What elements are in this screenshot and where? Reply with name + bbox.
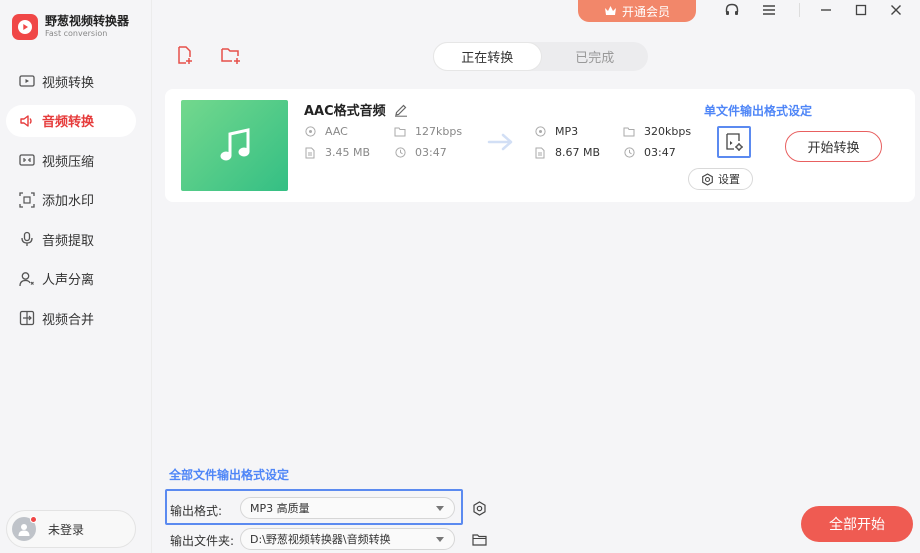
sidebar-item-audio-convert[interactable]: 音频转换 — [6, 104, 136, 137]
music-note-icon — [220, 127, 249, 160]
clock-icon — [394, 147, 406, 159]
login-button[interactable]: 未登录 — [6, 510, 136, 548]
audio-thumbnail — [181, 100, 288, 191]
output-format-select[interactable]: MP3 高质量 — [240, 497, 455, 519]
app-name: 野葱视频转换器 — [45, 14, 130, 28]
vip-label: 开通会员 — [621, 4, 670, 19]
source-bitrate: 127kbps — [394, 125, 462, 138]
sidebar-item-label: 音频转换 — [42, 115, 95, 130]
start-convert-button[interactable]: 开始转换 — [785, 131, 882, 162]
source-size: 3.45 MB — [304, 146, 370, 159]
target-bitrate-value: 320kbps — [644, 125, 692, 138]
chevron-down-icon — [436, 537, 444, 542]
single-output-title: 单文件输出格式设定 — [704, 104, 813, 118]
source-bitrate-value: 127kbps — [415, 125, 463, 138]
target-format: MP3 — [534, 125, 578, 138]
gear-icon — [702, 172, 713, 186]
video-merge-icon — [18, 309, 36, 327]
add-folder-icon — [221, 48, 240, 64]
output-format-button[interactable] — [717, 126, 751, 158]
add-file-icon — [178, 46, 192, 64]
all-output-title: 全部文件输出格式设定 — [169, 468, 290, 482]
app-brand: 野葱视频转换器 Fast conversion — [12, 14, 129, 40]
bitrate-icon — [394, 126, 406, 138]
crown-icon — [604, 6, 616, 15]
sidebar-item-label: 视频压缩 — [42, 154, 95, 170]
add-folder-button[interactable] — [220, 44, 242, 66]
chevron-down-icon — [436, 506, 444, 511]
maximize-icon[interactable] — [850, 1, 872, 19]
sidebar: 野葱视频转换器 Fast conversion 视频转换 音频转换 视频压缩 添… — [0, 0, 152, 553]
login-label: 未登录 — [48, 522, 85, 537]
sidebar-item-video-compress[interactable]: 视频压缩 — [6, 144, 136, 176]
close-icon[interactable] — [885, 1, 907, 19]
menu-icon[interactable] — [758, 1, 780, 19]
output-folder-value: D:\野葱视频转换器\音频转换 — [250, 533, 391, 546]
app-logo-icon — [12, 14, 38, 40]
sidebar-item-label: 人声分离 — [42, 273, 95, 288]
video-compress-icon — [18, 151, 36, 169]
output-folder-label: 输出文件夹: — [170, 534, 235, 548]
file-size-icon — [304, 147, 316, 159]
source-duration: 03:47 — [394, 146, 447, 159]
folder-icon[interactable] — [471, 531, 487, 547]
tab-converting[interactable]: 正在转换 — [433, 42, 542, 71]
settings-button[interactable]: 设置 — [688, 168, 753, 190]
source-format-value: AAC — [325, 125, 348, 138]
tab-completed[interactable]: 已完成 — [542, 42, 649, 71]
target-bitrate: 320kbps — [623, 125, 691, 138]
format-icon — [304, 126, 316, 138]
format-icon — [534, 126, 546, 138]
source-size-value: 3.45 MB — [325, 146, 371, 159]
vip-button[interactable]: 开通会员 — [578, 0, 696, 22]
target-format-value: MP3 — [555, 125, 579, 138]
output-format-value: MP3 高质量 — [250, 502, 310, 515]
output-format-label: 输出格式: — [170, 504, 223, 518]
edit-name-icon[interactable] — [394, 103, 408, 117]
sidebar-item-video-merge[interactable]: 视频合并 — [6, 302, 136, 334]
notification-dot — [30, 516, 37, 523]
sidebar-item-label: 添加水印 — [42, 194, 95, 209]
sidebar-item-video-convert[interactable]: 视频转换 — [6, 65, 136, 97]
sidebar-item-label: 视频转换 — [42, 75, 95, 91]
minimize-icon[interactable] — [815, 1, 837, 19]
sidebar-item-watermark[interactable]: 添加水印 — [6, 184, 136, 216]
add-file-button[interactable] — [174, 44, 196, 66]
file-card: AAC格式音频 AAC 127kbps 3.45 MB 03:47 MP3 32… — [165, 89, 915, 202]
video-convert-icon — [18, 72, 36, 90]
file-size-icon — [534, 147, 546, 159]
status-tabs: 正在转换 已完成 — [433, 42, 648, 71]
audio-convert-icon — [18, 112, 36, 130]
start-all-button[interactable]: 全部开始 — [801, 506, 913, 542]
app-subtitle: Fast conversion — [45, 29, 108, 38]
headset-icon[interactable] — [721, 1, 743, 19]
bitrate-icon — [623, 126, 635, 138]
output-folder-select[interactable]: D:\野葱视频转换器\音频转换 — [240, 528, 455, 550]
sidebar-nav: 视频转换 音频转换 视频压缩 添加水印 音频提取 人声分离 视频合并 — [6, 65, 136, 342]
target-duration: 03:47 — [623, 146, 676, 159]
avatar — [12, 516, 37, 541]
voice-separate-icon — [18, 270, 36, 288]
sidebar-item-audio-extract[interactable]: 音频提取 — [6, 223, 136, 255]
source-format: AAC — [304, 125, 348, 138]
file-name-row: AAC格式音频 — [304, 100, 408, 119]
source-duration-value: 03:47 — [415, 146, 447, 159]
file-name: AAC格式音频 — [304, 104, 386, 119]
convert-arrow-icon — [487, 132, 515, 156]
target-size: 8.67 MB — [534, 146, 600, 159]
sidebar-item-label: 音频提取 — [42, 233, 95, 249]
topbar-divider — [799, 3, 800, 17]
settings-label: 设置 — [718, 173, 740, 186]
target-size-value: 8.67 MB — [555, 146, 601, 159]
format-settings-gear-icon[interactable] — [471, 500, 487, 516]
clock-icon — [623, 147, 635, 159]
format-settings-icon — [726, 133, 743, 151]
sidebar-item-label: 视频合并 — [42, 312, 95, 328]
sidebar-item-voice-separate[interactable]: 人声分离 — [6, 263, 136, 295]
watermark-icon — [18, 191, 36, 209]
audio-extract-icon — [18, 230, 36, 248]
target-duration-value: 03:47 — [644, 146, 676, 159]
